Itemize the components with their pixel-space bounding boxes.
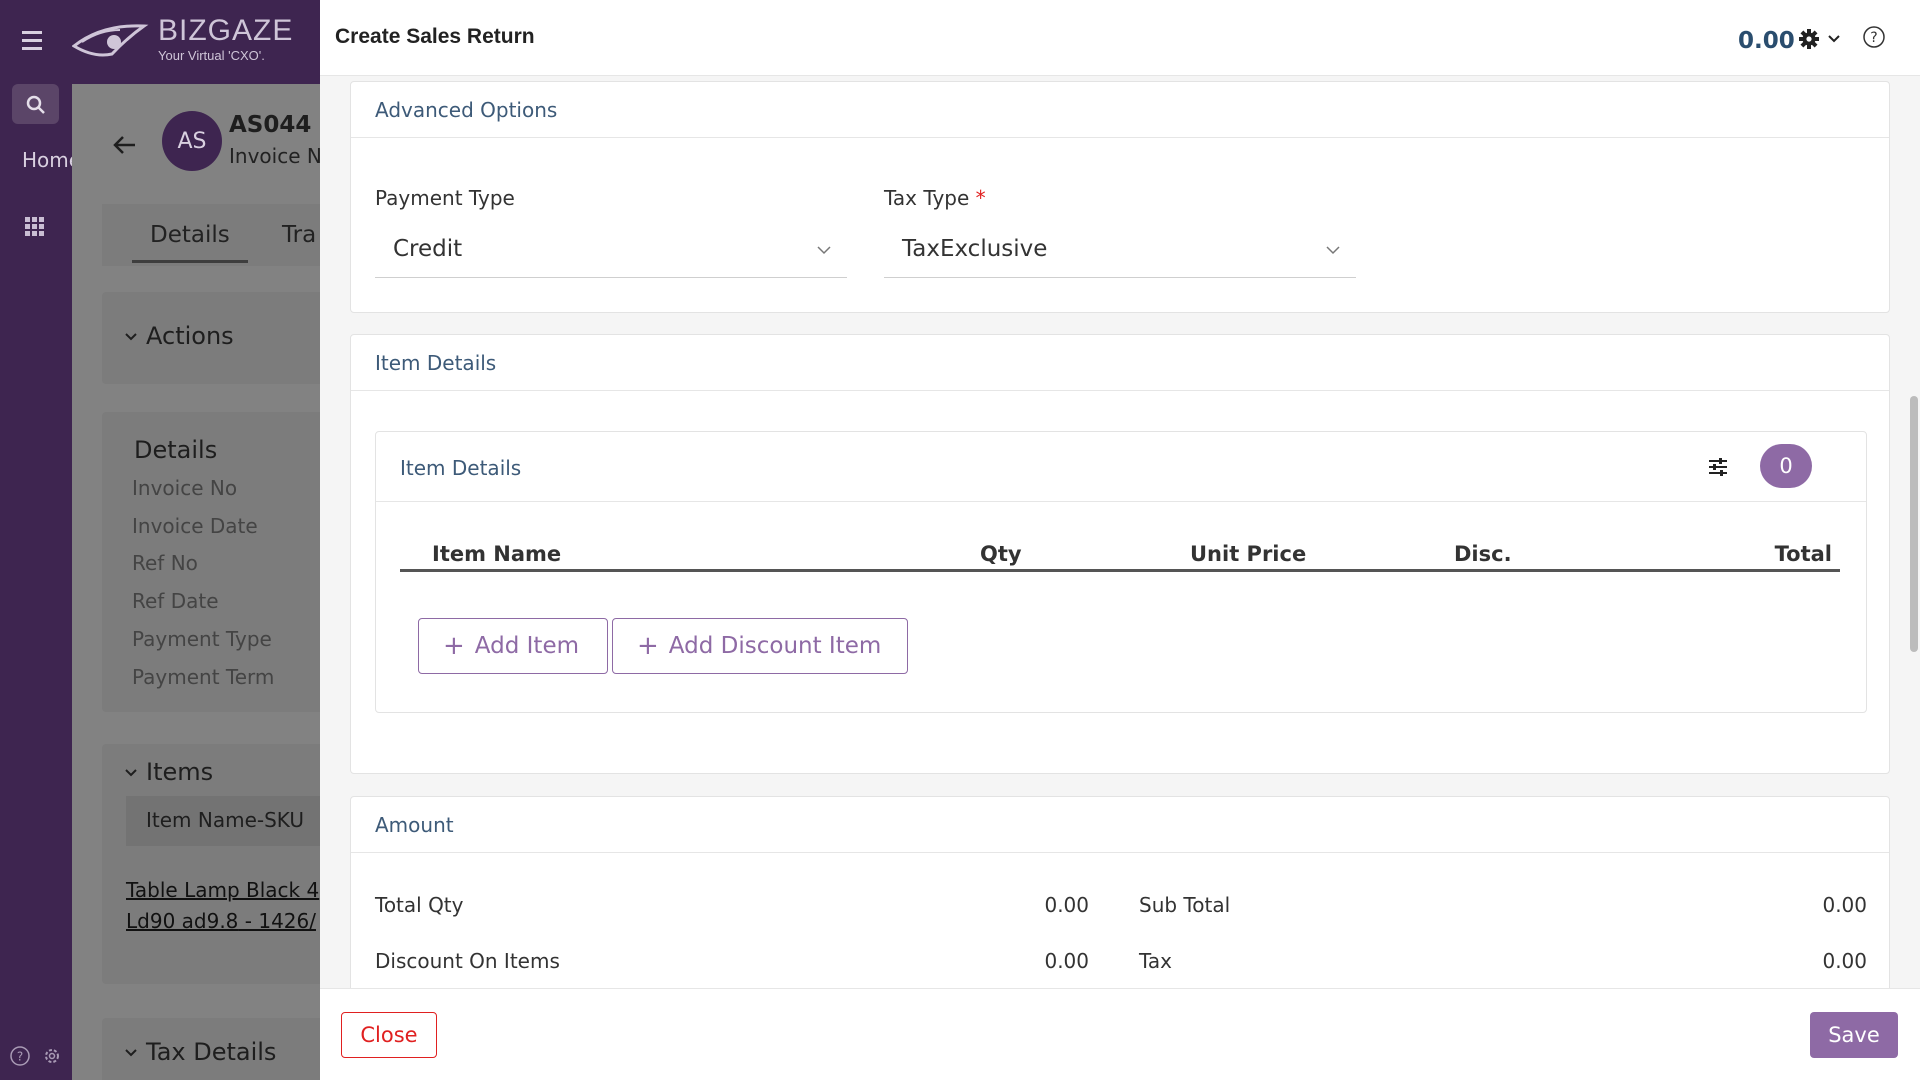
save-button[interactable]: Save bbox=[1810, 1012, 1898, 1058]
modal-header: Create Sales Return 0.00 ? bbox=[320, 0, 1920, 76]
plus-icon: + bbox=[443, 631, 465, 661]
column-settings-icon[interactable] bbox=[1708, 457, 1728, 477]
total-qty-value: 0.00 bbox=[1044, 893, 1089, 917]
brand-tagline: Your Virtual 'CXO'. bbox=[158, 48, 265, 63]
payment-type-select[interactable]: Credit bbox=[375, 222, 847, 278]
header-total: 0.00 bbox=[1738, 28, 1795, 54]
actions-title[interactable]: Actions bbox=[146, 322, 234, 350]
record-title: AS044 bbox=[229, 112, 312, 138]
modal-title: Create Sales Return bbox=[335, 25, 535, 48]
discount-on-items-label: Discount On Items bbox=[375, 949, 560, 973]
close-button[interactable]: Close bbox=[341, 1012, 437, 1058]
add-discount-item-label: Add Discount Item bbox=[668, 633, 882, 659]
amount-title: Amount bbox=[351, 797, 1889, 853]
add-item-button[interactable]: + Add Item bbox=[418, 618, 608, 674]
advanced-options-panel: Advanced Options Payment Type Credit Tax… bbox=[350, 81, 1890, 313]
settings-gear-icon[interactable] bbox=[1798, 28, 1820, 50]
actions-card: Actions bbox=[102, 292, 320, 384]
tax-label: Tax bbox=[1139, 949, 1172, 973]
home-nav-label[interactable]: Home bbox=[22, 148, 72, 172]
help-circle-icon[interactable]: ? bbox=[1862, 25, 1886, 49]
amount-panel: Amount Total Qty 0.00 Discount On Items … bbox=[350, 796, 1890, 988]
advanced-options-title: Advanced Options bbox=[351, 82, 1889, 138]
item-sku-rest: - 1426/ bbox=[238, 909, 316, 933]
detail-label: Ref Date bbox=[132, 589, 219, 613]
menu-icon[interactable] bbox=[20, 28, 50, 54]
detail-label: Ref No bbox=[132, 551, 198, 575]
item-grid-header: Item Details 0 bbox=[376, 432, 1866, 502]
detail-label: Payment Type bbox=[132, 627, 272, 651]
column-item-name: Item Name bbox=[432, 542, 562, 566]
plus-icon: + bbox=[637, 631, 659, 661]
chevron-down-icon bbox=[817, 246, 831, 255]
item-count-badge: 0 bbox=[1760, 444, 1812, 488]
tab-transactions[interactable]: Tra bbox=[282, 222, 316, 248]
modal-body: Advanced Options Payment Type Credit Tax… bbox=[320, 76, 1920, 988]
tax-type-value: TaxExclusive bbox=[902, 236, 1048, 262]
tax-type-label: Tax Type * bbox=[884, 186, 986, 210]
payment-type-label: Payment Type bbox=[375, 186, 515, 210]
svg-text:?: ? bbox=[1870, 30, 1877, 46]
chevron-down-icon[interactable] bbox=[124, 332, 138, 342]
modal-scrollbar[interactable] bbox=[1910, 396, 1918, 652]
item-link[interactable]: Table Lamp Black 4 bbox=[126, 878, 319, 902]
add-item-label: Add Item bbox=[474, 633, 579, 659]
detail-label: Payment Term bbox=[132, 665, 275, 689]
column-disc: Disc. bbox=[1454, 542, 1512, 566]
settings-icon[interactable] bbox=[41, 1045, 63, 1067]
item-table-header: Item Name Qty Unit Price Disc. Total bbox=[400, 542, 1840, 572]
items-column-header: Item Name-SKU bbox=[126, 796, 320, 846]
chevron-down-icon[interactable] bbox=[1827, 34, 1841, 44]
tax-details-title[interactable]: Tax Details bbox=[146, 1038, 276, 1066]
create-sales-return-modal: Create Sales Return 0.00 ? Advanced Opti… bbox=[320, 0, 1920, 1080]
tax-value: 0.00 bbox=[1822, 949, 1867, 973]
chevron-down-icon bbox=[1326, 246, 1340, 255]
brand-bar: BIZGAZE Your Virtual 'CXO'. bbox=[72, 0, 320, 84]
item-details-panel: Item Details Item Details 0 Item Name Qt… bbox=[350, 334, 1890, 774]
total-qty-label: Total Qty bbox=[375, 893, 464, 917]
chevron-down-icon[interactable] bbox=[124, 768, 138, 778]
item-sku-link[interactable]: Ld90 ad9.8 bbox=[126, 909, 238, 933]
add-discount-item-button[interactable]: + Add Discount Item bbox=[612, 618, 908, 674]
item-grid-title: Item Details bbox=[400, 456, 522, 480]
tax-type-select[interactable]: TaxExclusive bbox=[884, 222, 1356, 278]
background-record-page: AS AS044 Invoice N Details Tra Actions D… bbox=[72, 84, 320, 1080]
column-qty: Qty bbox=[980, 542, 1022, 566]
items-card: Items bbox=[102, 744, 320, 984]
search-button[interactable] bbox=[12, 84, 59, 124]
items-title[interactable]: Items bbox=[146, 758, 213, 786]
sub-total-label: Sub Total bbox=[1139, 893, 1231, 917]
record-subtitle: Invoice N bbox=[229, 144, 320, 168]
svg-text:?: ? bbox=[17, 1050, 23, 1064]
chevron-down-icon[interactable] bbox=[124, 1048, 138, 1058]
required-asterisk: * bbox=[975, 186, 986, 210]
item-details-title: Item Details bbox=[351, 335, 1889, 391]
record-tabs: Details Tra bbox=[102, 204, 320, 266]
avatar: AS bbox=[162, 111, 222, 171]
detail-label: Invoice Date bbox=[132, 514, 258, 538]
help-icon[interactable]: ? bbox=[9, 1045, 31, 1067]
payment-type-value: Credit bbox=[393, 236, 463, 262]
column-total: Total bbox=[1774, 542, 1832, 566]
discount-on-items-value: 0.00 bbox=[1044, 949, 1089, 973]
back-arrow-icon[interactable] bbox=[112, 134, 138, 156]
tax-type-label-text: Tax Type bbox=[884, 186, 970, 210]
item-details-grid: Item Details 0 Item Name Qty Unit Price bbox=[375, 431, 1867, 713]
detail-label: Invoice No bbox=[132, 476, 238, 500]
sub-total-value: 0.00 bbox=[1822, 893, 1867, 917]
item-link-line2[interactable]: Ld90 ad9.8 - 1426/ bbox=[126, 909, 316, 933]
brand-name: BIZGAZE bbox=[158, 14, 294, 47]
modal-footer: Close Save bbox=[320, 988, 1920, 1080]
column-unit-price: Unit Price bbox=[1190, 542, 1307, 566]
apps-grid-icon[interactable] bbox=[24, 216, 46, 238]
tax-details-card: Tax Details bbox=[102, 1018, 320, 1080]
app-rail: Home ? bbox=[0, 0, 72, 1080]
details-title: Details bbox=[134, 436, 218, 464]
items-column-label: Item Name-SKU bbox=[146, 808, 305, 832]
tab-details[interactable]: Details bbox=[132, 222, 248, 263]
logo-icon bbox=[72, 18, 152, 64]
